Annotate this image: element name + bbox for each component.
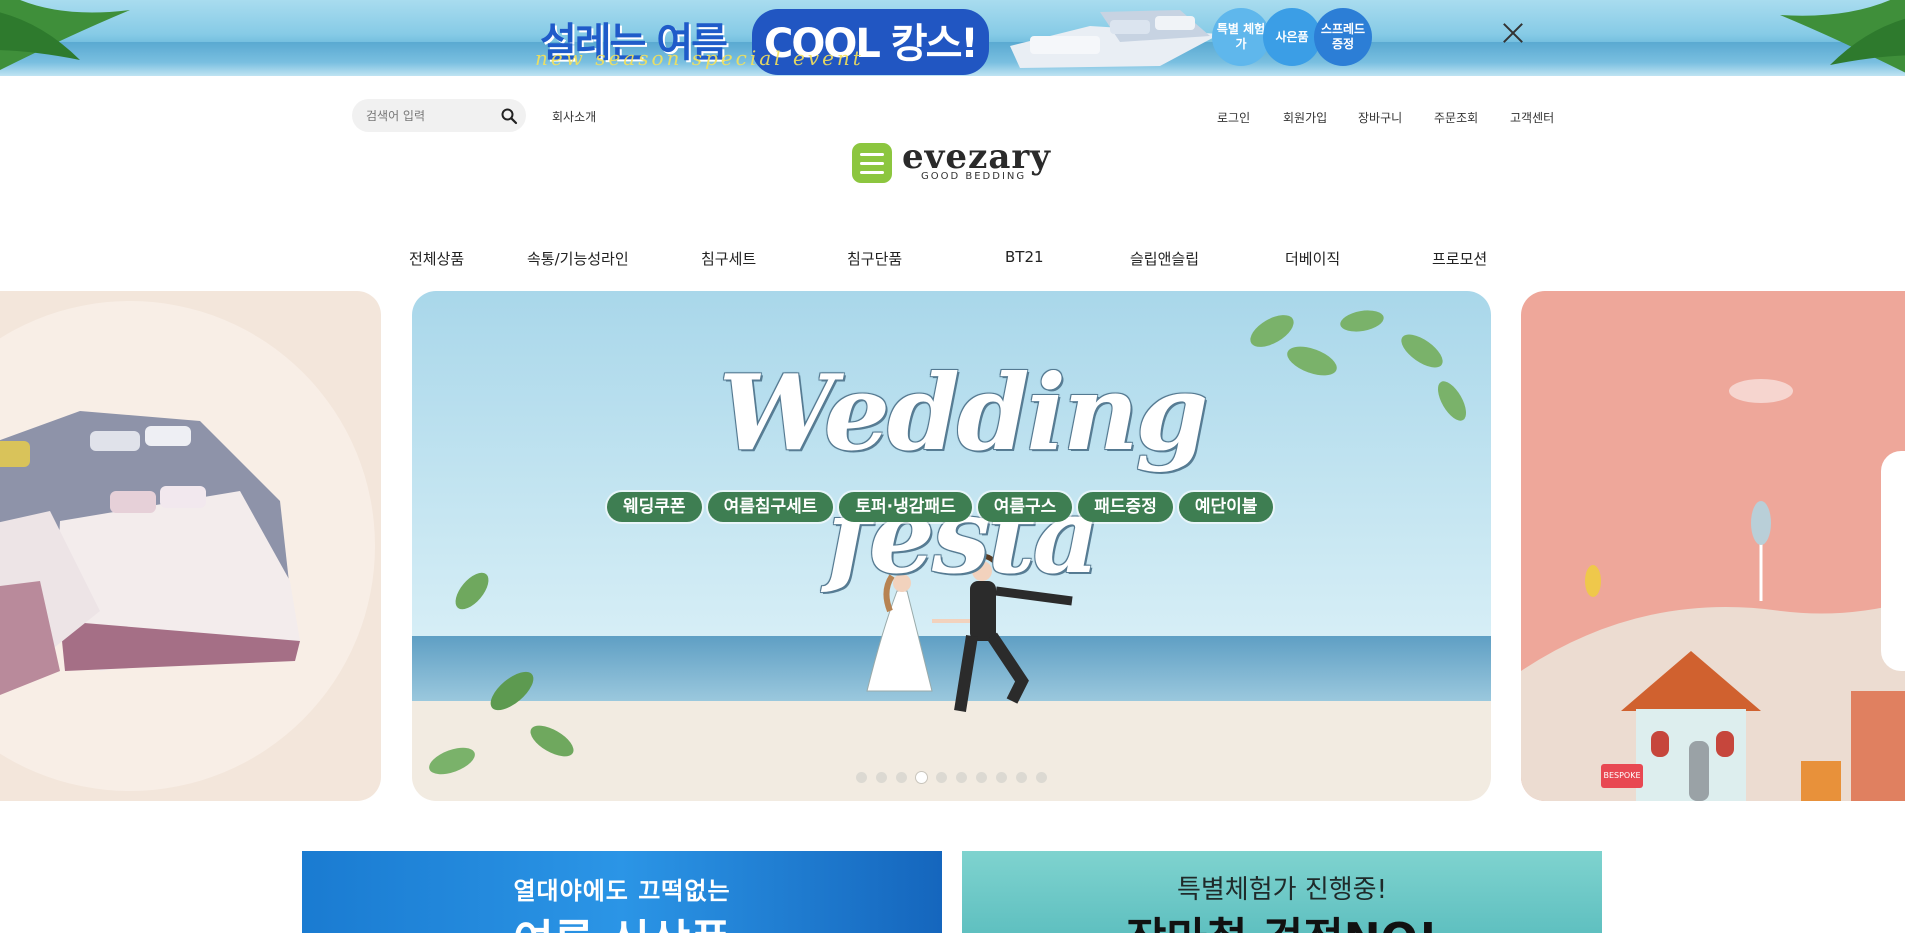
- slide-tag[interactable]: 예단이불: [1178, 492, 1274, 522]
- nav-item-the-basic[interactable]: 더베이직: [1285, 248, 1340, 269]
- nav-item-bedding-set[interactable]: 침구세트: [701, 248, 756, 269]
- slider-dot[interactable]: [1036, 772, 1047, 783]
- customer-center-link[interactable]: 고객센터: [1510, 109, 1554, 126]
- slide-prev[interactable]: [0, 291, 381, 801]
- slide-tag[interactable]: 토퍼·냉감패드: [839, 492, 972, 522]
- slider-pagination: [856, 772, 1047, 783]
- slider-dot[interactable]: [916, 772, 927, 783]
- cart-link[interactable]: 장바구니: [1358, 109, 1402, 126]
- palm-leaf-right-icon: [1780, 0, 1905, 73]
- nav-item-promotion[interactable]: 프로모션: [1432, 248, 1487, 269]
- banner-right-line1: 특별체험가 진행중!: [1176, 875, 1388, 905]
- house-illustration-image: [1521, 379, 1905, 801]
- slider-dot[interactable]: [936, 772, 947, 783]
- tester-event-banner[interactable]: 특별체험가 진행중! 장마철 걱정NO!: [962, 851, 1602, 933]
- close-icon[interactable]: [1500, 20, 1526, 46]
- slide-title: Wedding festa: [718, 351, 1209, 597]
- banner-left-line2: 여름 신상품: [302, 905, 942, 933]
- palm-leaf-left-icon: [0, 0, 130, 70]
- company-link[interactable]: 회사소개: [552, 108, 596, 125]
- banner-left-line1: 열대야에도 끄떡없는: [513, 877, 731, 905]
- slide-tag[interactable]: 여름침구세트: [707, 492, 834, 522]
- main-nav: 전체상품 속통/기능성라인 침구세트 침구단품 BT21 슬립앤슬립 더베이직 …: [0, 248, 1905, 272]
- slider-dot[interactable]: [956, 772, 967, 783]
- promo-badge-2: 사은품: [1263, 8, 1321, 66]
- nav-item-all-products[interactable]: 전체상품: [409, 248, 464, 269]
- slider-dot[interactable]: [996, 772, 1007, 783]
- promo-badge-1: 특별 체험가: [1212, 8, 1270, 66]
- bedding-set-image: [0, 301, 375, 791]
- slide-tag[interactable]: 패드증정: [1078, 492, 1173, 522]
- banner-right-line2: 장마철 걱정NO!: [962, 903, 1602, 933]
- signup-link[interactable]: 회원가입: [1283, 109, 1327, 126]
- logo-tagline: GOOD BEDDING: [921, 171, 1027, 182]
- bespoke-badge: BESPOKE: [1601, 764, 1643, 788]
- top-promo-banner[interactable]: 설레는 여름 COOL 캉스! new season special event…: [0, 0, 1905, 76]
- promo-script-text: new season special event: [535, 46, 864, 70]
- slider-dot[interactable]: [976, 772, 987, 783]
- login-link[interactable]: 로그인: [1217, 109, 1250, 126]
- slide-tag[interactable]: 웨딩쿠폰: [607, 492, 702, 522]
- order-lookup-link[interactable]: 주문조회: [1434, 109, 1478, 126]
- slide-tag-list: 웨딩쿠폰 여름침구세트 토퍼·냉감패드 여름구스 패드증정 예단이불: [607, 492, 1274, 522]
- summer-new-arrivals-banner[interactable]: 열대야에도 끄떡없는 여름 신상품: [302, 851, 942, 933]
- nav-item-sleep-n-sleep[interactable]: 슬립앤슬립: [1130, 248, 1199, 269]
- slide-next[interactable]: BESPOKE: [1521, 291, 1905, 801]
- nav-item-bt21[interactable]: BT21: [1005, 248, 1044, 266]
- slide-tag[interactable]: 여름구스: [977, 492, 1073, 522]
- search-input[interactable]: [366, 99, 496, 132]
- slider-dot[interactable]: [1016, 772, 1027, 783]
- nav-item-filling[interactable]: 속통/기능성라인: [527, 248, 629, 269]
- bedding-photo-image: [1010, 10, 1220, 68]
- slider-dot[interactable]: [896, 772, 907, 783]
- slider-dot[interactable]: [876, 772, 887, 783]
- slider-dot[interactable]: [856, 772, 867, 783]
- nav-item-bedding-single[interactable]: 침구단품: [847, 248, 902, 269]
- logo-mark-icon[interactable]: [852, 143, 892, 183]
- slide-current[interactable]: Wedding festa 웨딩쿠폰 여름침구세트 토퍼·냉감패드 여름구스 패…: [412, 291, 1491, 801]
- search-icon[interactable]: [500, 107, 518, 125]
- promo-badge-3: 스프레드 증정: [1314, 8, 1372, 66]
